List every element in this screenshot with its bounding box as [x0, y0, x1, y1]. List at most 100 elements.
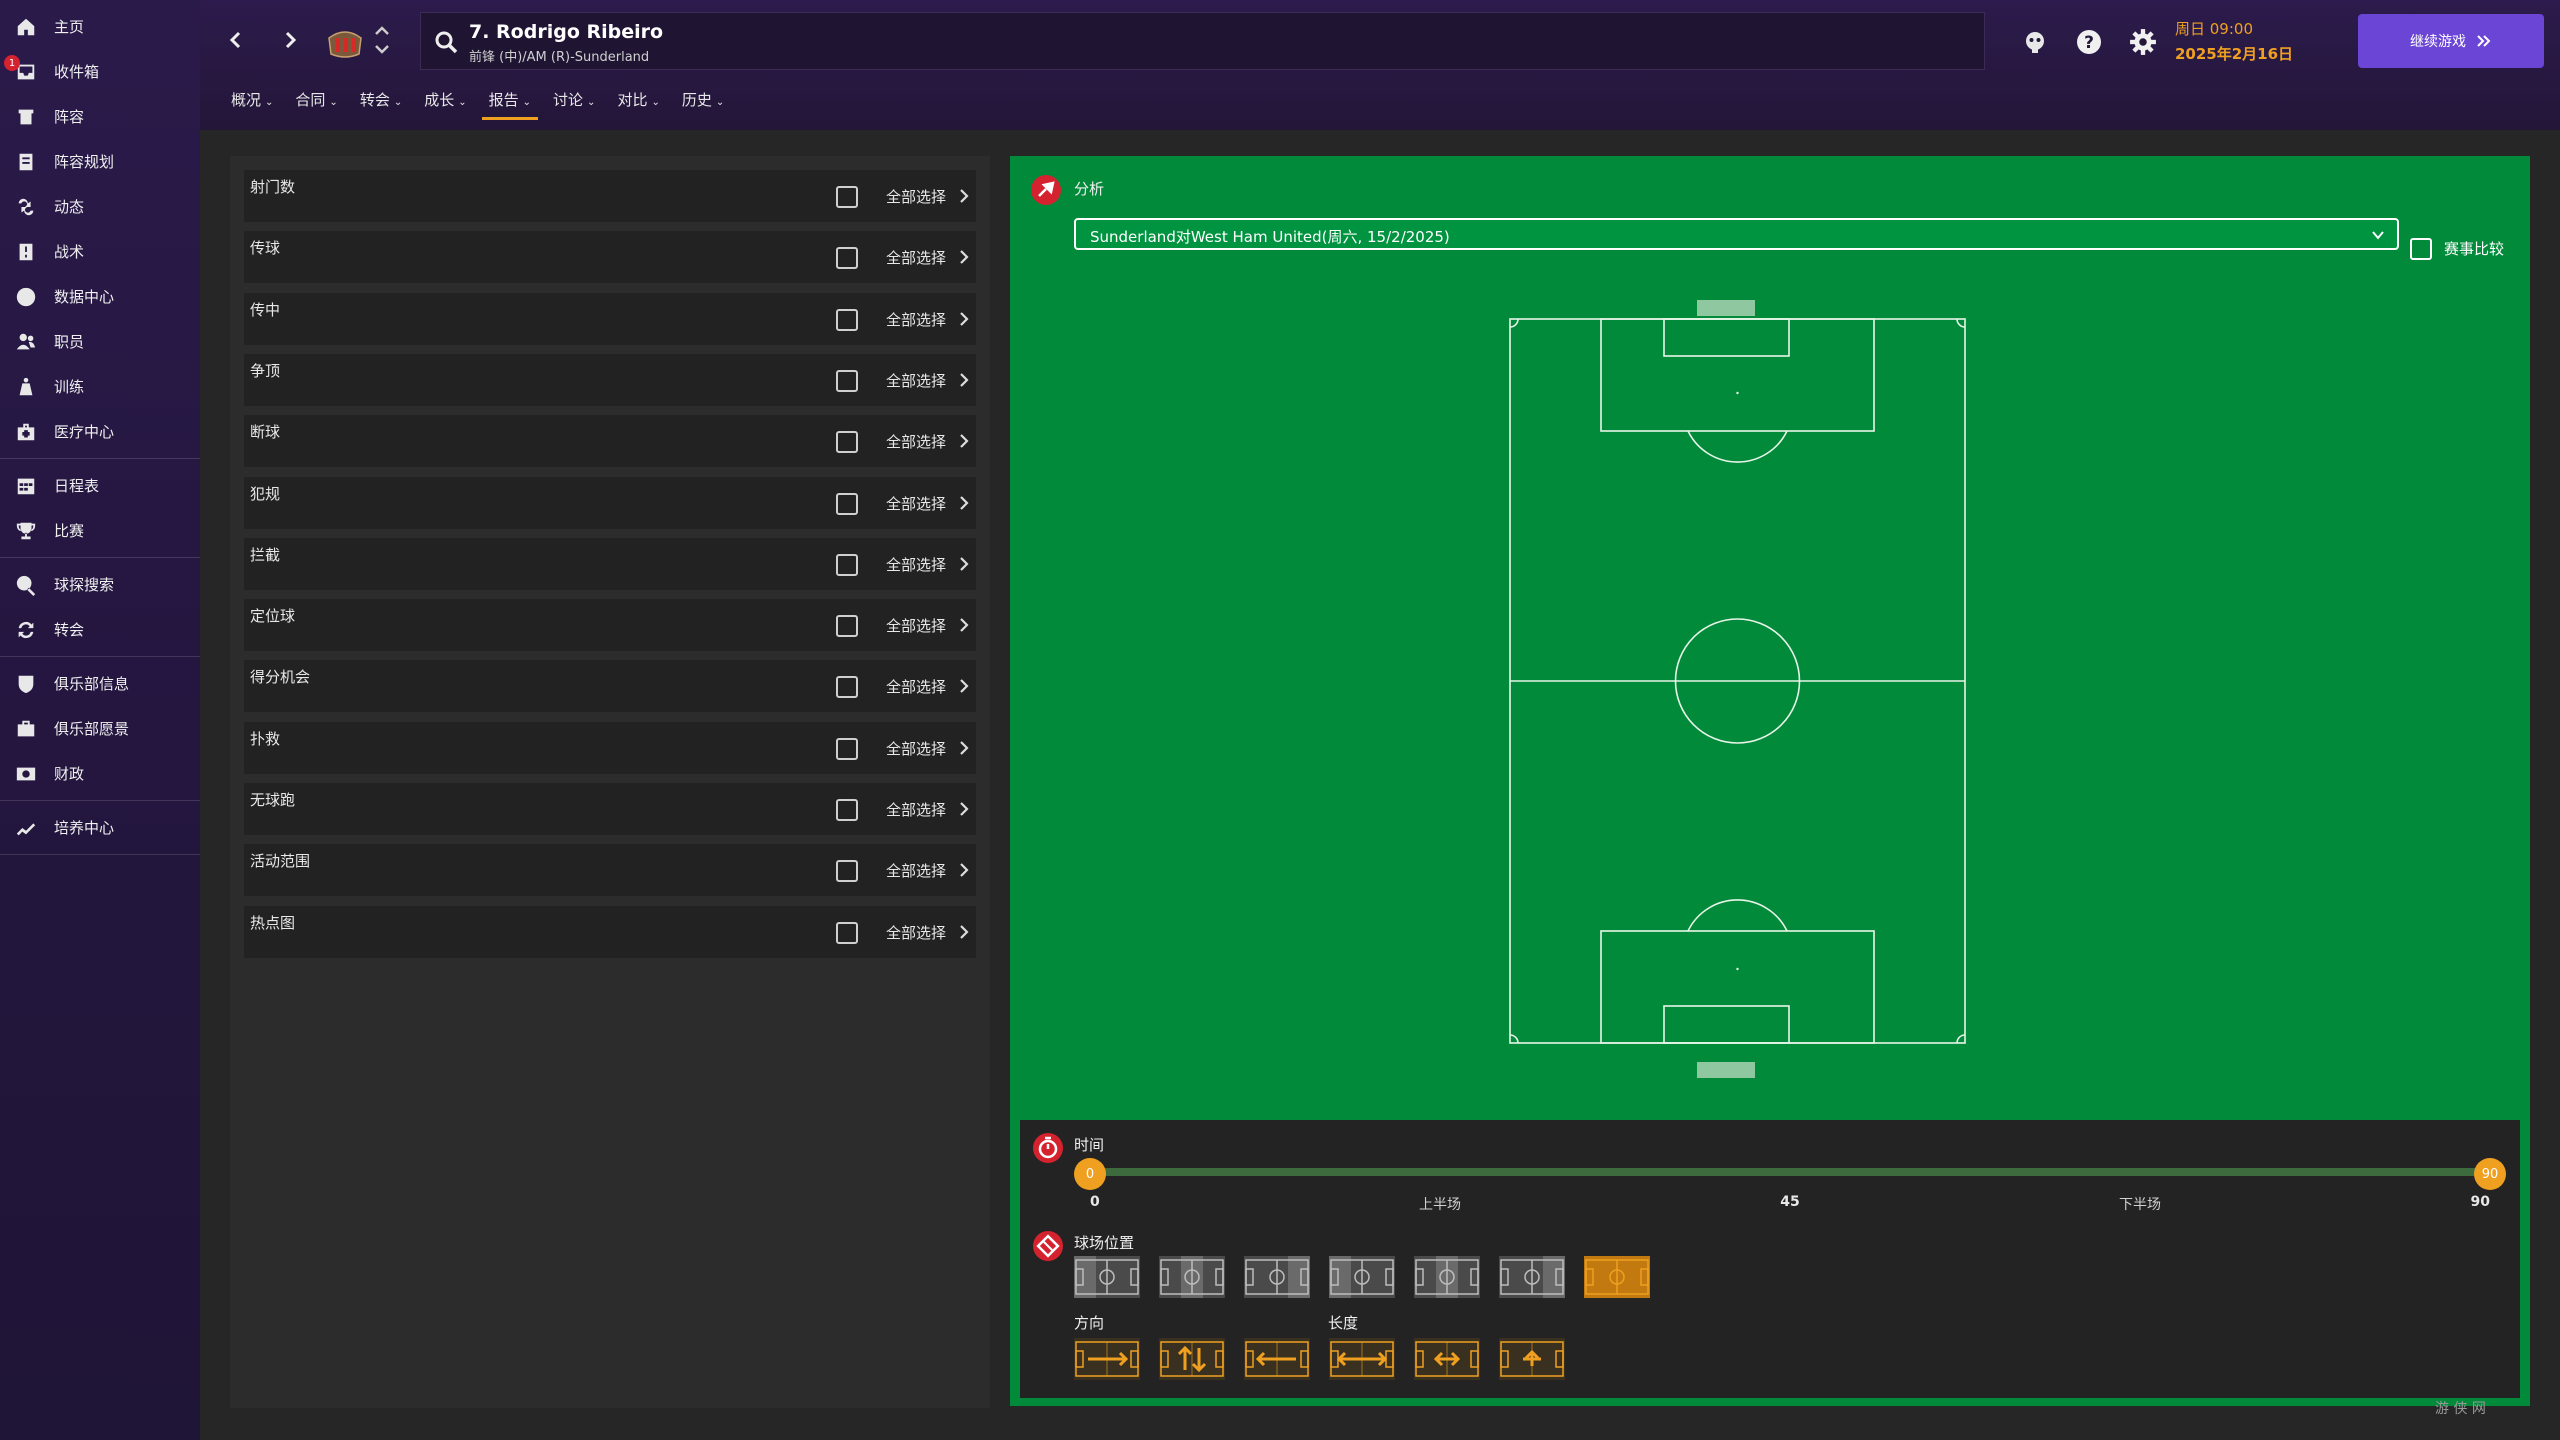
sideways-arrow-icon[interactable]	[1159, 1338, 1225, 1380]
stat-row[interactable]: 射门数 全部选择	[244, 170, 976, 222]
select-all-checkbox[interactable]	[836, 553, 858, 576]
chevron-right-icon[interactable]	[956, 431, 972, 451]
tactics-icon	[14, 240, 38, 264]
chevron-right-icon[interactable]	[956, 738, 972, 758]
sidebar-item[interactable]: 日程表	[0, 463, 200, 508]
select-all-label: 全部选择	[886, 923, 947, 942]
chevron-down-icon: ⌄	[587, 97, 596, 108]
stat-row[interactable]: 犯规 全部选择	[244, 476, 976, 529]
pitch-zone-filter-button[interactable]	[1499, 1256, 1565, 1298]
select-all-label: 全部选择	[886, 188, 947, 206]
chevron-right-icon[interactable]	[956, 370, 972, 390]
sidebar-item[interactable]: 战术	[0, 229, 200, 274]
forward-arrow-icon[interactable]	[1074, 1338, 1140, 1380]
chevron-right-icon[interactable]	[956, 309, 972, 329]
sidebar-item[interactable]: 比赛	[0, 508, 200, 553]
sidebar-item[interactable]: 球探搜索	[0, 562, 200, 607]
player-search-box[interactable]: 7. Rodrigo Ribeiro 前锋 (中)/AM (R)-Sunderl…	[420, 12, 1985, 70]
select-all-checkbox[interactable]	[836, 860, 858, 883]
stat-row[interactable]: 热点图 全部选择	[244, 905, 976, 958]
sidebar-item[interactable]: 主页	[0, 4, 200, 49]
chevron-right-icon[interactable]	[956, 554, 972, 574]
continue-game-button[interactable]: 继续游戏	[2358, 14, 2544, 68]
pitch-zone-filter-button[interactable]	[1329, 1256, 1395, 1298]
sidebar-item[interactable]: 收件箱 1	[0, 49, 200, 94]
select-all-checkbox[interactable]	[836, 737, 858, 760]
club-badge-icon[interactable]	[325, 24, 365, 60]
chevron-right-icon[interactable]	[956, 860, 972, 880]
stat-row[interactable]: 无球跑 全部选择	[244, 783, 976, 835]
pitch-diagram[interactable]	[1490, 299, 1985, 1079]
time-slider-end-handle[interactable]: 90	[2474, 1158, 2506, 1190]
stat-row[interactable]: 断球 全部选择	[244, 415, 976, 468]
tab[interactable]: 对比 ⌄	[606, 84, 670, 124]
medium-pass-arrow-icon[interactable]	[1414, 1338, 1480, 1380]
select-all-checkbox[interactable]	[836, 247, 858, 270]
stat-row[interactable]: 拦截 全部选择	[244, 537, 976, 590]
sidebar-item[interactable]: 阵容	[0, 94, 200, 139]
help-button[interactable]: ?	[2072, 25, 2106, 59]
stat-row[interactable]: 扑救 全部选择	[244, 721, 976, 774]
pitch-zone-filter-button[interactable]	[1414, 1256, 1480, 1298]
select-all-checkbox[interactable]	[836, 492, 858, 515]
sidebar-item[interactable]: 数据中心	[0, 274, 200, 319]
club-stepper[interactable]	[372, 22, 392, 58]
select-all-checkbox[interactable]	[836, 186, 858, 208]
game-date[interactable]: 周日 09:00 2025年2月16日	[2175, 18, 2345, 68]
long-pass-arrow-icon[interactable]	[1329, 1338, 1395, 1380]
chevron-right-icon[interactable]	[956, 615, 972, 635]
select-all-checkbox[interactable]	[836, 676, 858, 699]
forward-button[interactable]	[274, 22, 306, 58]
settings-button[interactable]	[2126, 25, 2160, 59]
tab[interactable]: 概况 ⌄	[220, 84, 284, 124]
time-slider-track[interactable]	[1090, 1168, 2490, 1176]
pitch-zone-filter-button[interactable]	[1244, 1256, 1310, 1298]
sidebar-item[interactable]: 俱乐部愿景	[0, 706, 200, 751]
stat-row[interactable]: 争顶 全部选择	[244, 353, 976, 406]
sidebar-item[interactable]: 阵容规划	[0, 139, 200, 184]
sidebar-item[interactable]: 动态	[0, 184, 200, 229]
pitch-zone-filter-button[interactable]	[1159, 1256, 1225, 1298]
chevron-right-icon[interactable]	[956, 247, 972, 267]
back-button[interactable]	[220, 22, 252, 58]
stat-row[interactable]: 定位球 全部选择	[244, 599, 976, 652]
select-all-checkbox[interactable]	[836, 921, 858, 944]
time-slider-start-handle[interactable]: 0	[1074, 1158, 1106, 1190]
sidebar-item[interactable]: 职员	[0, 319, 200, 364]
short-pass-arrow-icon[interactable]	[1499, 1338, 1565, 1380]
sidebar-item[interactable]: 转会	[0, 607, 200, 652]
fm-icon-button[interactable]	[2018, 25, 2052, 59]
pitch-zone-filter-button[interactable]	[1074, 1256, 1140, 1298]
chevron-right-icon[interactable]	[956, 493, 972, 513]
select-all-checkbox[interactable]	[836, 615, 858, 638]
tab[interactable]: 成长 ⌄	[413, 84, 477, 124]
sidebar-item[interactable]: 医疗中心	[0, 409, 200, 454]
compare-matches-checkbox[interactable]	[2410, 238, 2432, 260]
sidebar-group: 培养中心	[0, 801, 200, 855]
continue-game-label: 继续游戏	[2410, 34, 2466, 50]
sidebar-item[interactable]: 俱乐部信息	[0, 661, 200, 706]
tab[interactable]: 讨论 ⌄	[542, 84, 606, 124]
stat-row[interactable]: 传中 全部选择	[244, 292, 976, 345]
backward-arrow-icon[interactable]	[1244, 1338, 1310, 1380]
stat-row[interactable]: 传球 全部选择	[244, 231, 976, 284]
pitch-zone-filter-button[interactable]	[1584, 1256, 1650, 1298]
stat-row[interactable]: 得分机会 全部选择	[244, 660, 976, 713]
tab[interactable]: 转会 ⌄	[349, 84, 413, 124]
sidebar-item[interactable]: 培养中心	[0, 805, 200, 850]
select-all-checkbox[interactable]	[836, 799, 858, 821]
select-all-checkbox[interactable]	[836, 369, 858, 392]
chevron-right-icon[interactable]	[956, 186, 972, 206]
tab[interactable]: 合同 ⌄	[284, 84, 348, 124]
select-all-checkbox[interactable]	[836, 308, 858, 331]
tab[interactable]: 报告 ⌄	[478, 84, 542, 124]
chevron-right-icon[interactable]	[956, 922, 972, 942]
stat-row[interactable]: 活动范围 全部选择	[244, 844, 976, 897]
chevron-right-icon[interactable]	[956, 676, 972, 696]
match-select[interactable]: Sunderland对West Ham United(周六, 15/2/2025…	[1074, 218, 2399, 250]
sidebar-item[interactable]: 训练	[0, 364, 200, 409]
sidebar-item[interactable]: 财政	[0, 751, 200, 796]
select-all-checkbox[interactable]	[836, 431, 858, 454]
tab[interactable]: 历史 ⌄	[671, 84, 735, 124]
chevron-right-icon[interactable]	[956, 799, 972, 819]
